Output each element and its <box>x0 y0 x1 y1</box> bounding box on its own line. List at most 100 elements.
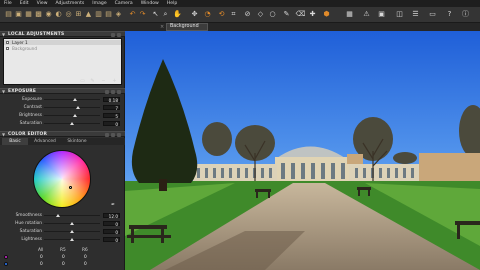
color-editor-header[interactable]: ▼ COLOR EDITOR <box>0 131 125 137</box>
tab-basic[interactable]: Basic <box>2 138 28 145</box>
hand-icon[interactable]: ✋ <box>173 10 182 19</box>
eyedropper-icon[interactable]: ✒ <box>111 202 115 208</box>
lens-icon[interactable]: ◎ <box>64 10 73 19</box>
add-layer-icon[interactable]: ▭ <box>80 79 85 84</box>
capture-icon[interactable]: ▩ <box>34 10 43 19</box>
tab-advanced[interactable]: Advanced <box>30 138 60 145</box>
redo-icon[interactable]: ↷ <box>138 10 147 19</box>
layer-row[interactable]: Background <box>4 46 121 51</box>
pointer-icon[interactable]: ↖ <box>151 10 160 19</box>
slider-track[interactable] <box>44 122 100 125</box>
slider-track[interactable] <box>44 222 100 225</box>
warning-icon[interactable]: ⚠ <box>362 10 371 19</box>
auto-icon[interactable] <box>105 90 109 94</box>
menu-icon[interactable] <box>117 33 121 37</box>
minus-icon[interactable]: − <box>101 79 106 84</box>
keystone-icon[interactable]: ◇ <box>256 10 265 19</box>
color-swatch[interactable] <box>4 255 8 259</box>
settings-icon[interactable]: ☰ <box>411 10 420 19</box>
heal-icon[interactable]: ✚ <box>308 10 317 19</box>
slider-thumb[interactable] <box>70 230 74 233</box>
image-icon[interactable]: ▣ <box>14 10 23 19</box>
slider-row[interactable]: Smoothness 12.0 <box>0 212 125 219</box>
menu-camera[interactable]: Camera <box>115 1 133 6</box>
color-picker-icon[interactable]: ⬢ <box>322 10 331 19</box>
slider-row[interactable]: Saturation 0 <box>0 120 125 127</box>
slider-value-field[interactable]: 0 <box>103 229 120 235</box>
exposure-icon[interactable]: ◐ <box>54 10 63 19</box>
slider-row[interactable]: Brightness 5 <box>0 112 125 119</box>
brush-icon[interactable]: ✎ <box>282 10 291 19</box>
collapse-icon[interactable]: ▼ <box>2 89 5 94</box>
details-icon[interactable]: ▲ <box>84 10 93 19</box>
menu-adjustments[interactable]: Adjustments <box>56 1 85 6</box>
close-icon[interactable]: × <box>160 24 164 30</box>
menu-file[interactable]: File <box>4 1 12 6</box>
undo-icon[interactable]: ↶ <box>128 10 137 19</box>
layer-row[interactable]: Layer 1 <box>4 40 121 45</box>
info-icon[interactable]: ⓘ <box>461 10 470 19</box>
help-icon[interactable] <box>111 33 115 37</box>
screen-icon[interactable]: ▭ <box>428 10 437 19</box>
slider-thumb[interactable] <box>70 222 74 225</box>
reset-icon[interactable] <box>111 90 115 94</box>
picker-icon[interactable]: ◔ <box>203 10 212 19</box>
slider-value-field[interactable]: 7 <box>103 105 120 111</box>
eraser-icon[interactable]: ⌫ <box>296 10 306 19</box>
collapse-icon[interactable]: ▼ <box>2 132 5 137</box>
layer-checkbox[interactable] <box>6 41 9 44</box>
pan-icon[interactable]: ✥ <box>190 10 199 19</box>
plus-icon[interactable]: + <box>112 79 117 84</box>
slider-row[interactable]: Hue rotation 0 <box>0 220 125 227</box>
slider-track[interactable] <box>44 230 100 233</box>
slider-row[interactable]: Exposure 0.18 <box>0 96 125 103</box>
color-wheel[interactable] <box>33 150 91 208</box>
slider-value-field[interactable]: 5 <box>103 113 120 119</box>
slider-thumb[interactable] <box>56 214 60 217</box>
menu-edit[interactable]: Edit <box>20 1 29 6</box>
image-viewer[interactable] <box>125 31 480 270</box>
proof-icon[interactable]: ▣ <box>377 10 386 19</box>
folder-icon[interactable]: ▤ <box>4 10 13 19</box>
slider-value-field[interactable]: 0 <box>103 221 120 227</box>
output-icon[interactable]: ◈ <box>114 10 123 19</box>
slider-track[interactable] <box>44 114 100 117</box>
crop-icon[interactable]: ⌗ <box>229 10 238 19</box>
color-swatch[interactable] <box>4 262 8 266</box>
circle-mask-icon[interactable]: ○ <box>268 10 277 19</box>
slider-thumb[interactable] <box>72 98 77 101</box>
reset-icon[interactable] <box>111 133 115 137</box>
slider-thumb[interactable] <box>75 106 80 109</box>
local-adjustments-header[interactable]: ▼ LOCAL ADJUSTMENTS <box>0 31 125 37</box>
slider-track[interactable] <box>44 238 100 241</box>
composition-icon[interactable]: ⊞ <box>74 10 83 19</box>
help-icon[interactable]: ? <box>445 10 454 19</box>
library-icon[interactable]: ▦ <box>24 10 33 19</box>
menu-image[interactable]: Image <box>92 1 106 6</box>
menu-window[interactable]: Window <box>141 1 159 6</box>
background-tab[interactable]: Background <box>166 23 208 31</box>
tab-skintone[interactable]: Skintone <box>62 138 92 145</box>
slider-thumb[interactable] <box>72 114 77 117</box>
menu-icon[interactable] <box>117 133 121 137</box>
adjustments-icon[interactable]: ▥ <box>94 10 103 19</box>
exposure-header[interactable]: ▼ EXPOSURE <box>0 88 125 94</box>
slider-track[interactable] <box>44 98 100 101</box>
straighten-icon[interactable]: ⊘ <box>243 10 252 19</box>
slider-row[interactable]: Contrast 7 <box>0 104 125 111</box>
color-wheel-marker[interactable] <box>69 186 72 189</box>
slider-thumb[interactable] <box>70 238 74 241</box>
menu-view[interactable]: View <box>37 1 48 6</box>
slider-thumb[interactable] <box>70 122 74 125</box>
color-icon[interactable]: ◉ <box>44 10 53 19</box>
layer-checkbox[interactable] <box>6 47 9 50</box>
slider-row[interactable]: Lightness 0 <box>0 236 125 243</box>
menu-help[interactable]: Help <box>167 1 177 6</box>
menu-icon[interactable] <box>117 90 121 94</box>
metadata-icon[interactable]: ▤ <box>104 10 113 19</box>
zoom-icon[interactable]: ⌕ <box>161 10 170 19</box>
slider-value-field[interactable]: 0 <box>103 237 120 243</box>
slider-track[interactable] <box>44 214 100 217</box>
slider-row[interactable]: Saturation 0 <box>0 228 125 235</box>
grid-icon[interactable]: ▦ <box>345 10 354 19</box>
